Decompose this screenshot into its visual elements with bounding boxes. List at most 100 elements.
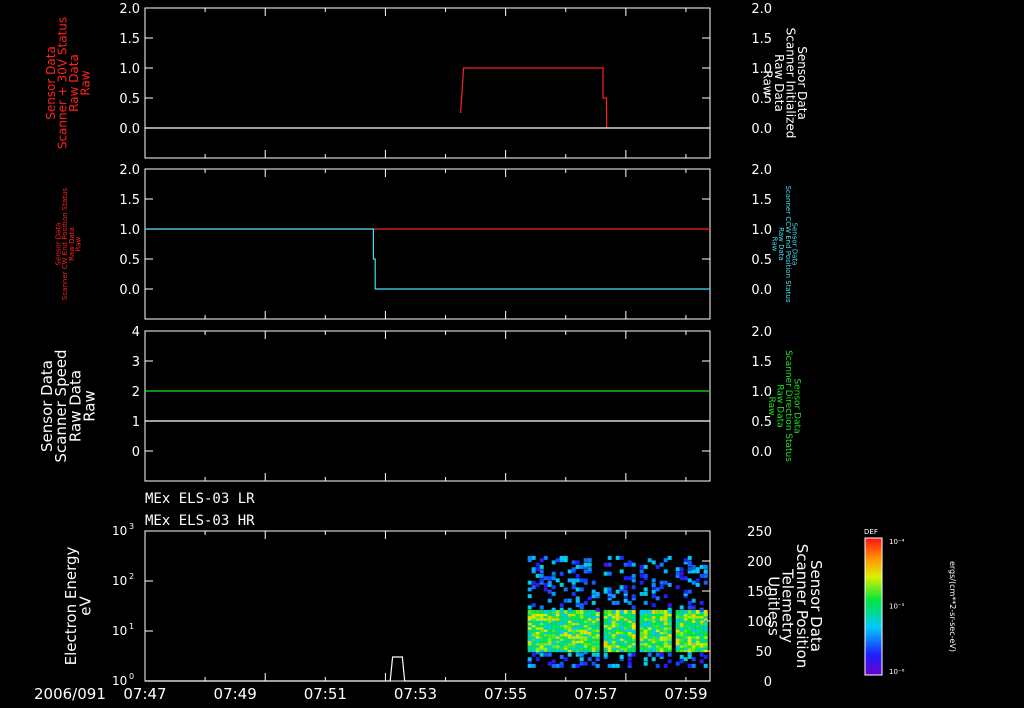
spectrogram-cell (531, 663, 536, 668)
spectrogram-cell (623, 576, 628, 581)
spectrogram-cell (567, 607, 572, 612)
spectrogram-cell (567, 569, 572, 574)
y-tick-label: 4 (132, 325, 140, 340)
spectrogram-cell (627, 657, 632, 662)
spectrogram-cell (531, 580, 536, 585)
spectrogram-cell (571, 567, 576, 572)
spectrogram-cell (691, 569, 696, 574)
spectrogram-cell (659, 652, 664, 657)
spectrogram-cell (583, 558, 588, 563)
spectrogram-cell (663, 609, 668, 614)
axis-title-line: Raw (766, 397, 776, 416)
spectrogram-cell (667, 607, 672, 612)
spectrogram-cell (579, 578, 584, 583)
spectrogram-cell (579, 564, 584, 569)
spectrogram-cell (555, 663, 560, 668)
y-tick-label-right: 1.5 (751, 32, 772, 47)
y-tick-label-right: 0 (764, 675, 772, 690)
spectrogram-cell (643, 573, 648, 578)
y-tick-label: 10 (112, 624, 127, 638)
spectrogram-cell (571, 663, 576, 668)
spectrogram-cell (615, 609, 620, 614)
spectrogram-cell (619, 585, 624, 590)
spectrogram-cell (527, 555, 532, 560)
spectrogram-cell (603, 587, 608, 592)
spectrogram-cell (551, 585, 556, 590)
spectrogram-cell (667, 652, 672, 657)
spectrogram-cell (547, 576, 552, 581)
colorbar-title: DEF (864, 528, 878, 536)
spectrogram-cell (679, 571, 684, 576)
y-tick-label-right: 1.0 (751, 223, 772, 238)
spectrogram-cell (627, 576, 632, 581)
spectrogram-cell (579, 603, 584, 608)
x-tick-label: 07:59 (664, 685, 707, 703)
x-tick-label: 07:57 (574, 685, 617, 703)
spectrogram-cell (679, 576, 684, 581)
spectrogram-cell (531, 567, 536, 572)
spectrogram-cell (579, 652, 584, 657)
spectrogram-cell (535, 657, 540, 662)
spectrogram-cell (611, 594, 616, 599)
spectrogram-cell (575, 578, 580, 583)
spectrogram-cell (559, 582, 564, 587)
spectrogram-cell (535, 562, 540, 567)
spectrogram-cell (531, 585, 536, 590)
spectrogram-cell (691, 657, 696, 662)
spectrogram-cell (627, 600, 632, 605)
spectrogram-cell (687, 578, 692, 583)
spectrogram-cell (623, 609, 628, 614)
spectrogram-cell (687, 567, 692, 572)
axis-title-line: Raw (761, 70, 775, 95)
spectrogram-cell (527, 663, 532, 668)
spectrogram-cell (555, 578, 560, 583)
y-tick-label: 1.0 (119, 62, 140, 77)
x-tick-label: 07:51 (304, 685, 347, 703)
axis-title-line: eV (76, 596, 94, 616)
spectrogram-cell (651, 560, 656, 565)
spectrogram-cell (551, 591, 556, 596)
y-tick-label-right: 50 (755, 645, 772, 660)
spectrogram-cell (607, 555, 612, 560)
spectrogram-cell (639, 573, 644, 578)
spectrogram-cell (531, 555, 536, 560)
spectrogram-cell (587, 596, 592, 601)
spectrogram-cell (655, 609, 660, 614)
spectrogram-cell (691, 609, 696, 614)
spectrogram-cell (627, 652, 632, 657)
spectrogram-cell (595, 607, 600, 612)
spectrogram-cell (639, 564, 644, 569)
spectrogram-cell (647, 558, 652, 563)
spectrogram-cell (663, 663, 668, 668)
spectrogram-cell (543, 576, 548, 581)
spectrogram-cell (559, 555, 564, 560)
spectrogram-cell (675, 609, 680, 614)
spectrogram-cell (607, 562, 612, 567)
spectrogram-cell (631, 585, 636, 590)
spectrogram-cell (651, 603, 656, 608)
spectrogram-cell (571, 591, 576, 596)
y-tick-label-right: 200 (747, 555, 772, 570)
y-tick-label: 3 (132, 355, 140, 370)
spectrogram-cell (543, 582, 548, 587)
spectrogram-cell (631, 652, 636, 657)
y-tick-label: 0 (132, 445, 140, 460)
spectrogram-cell (683, 609, 688, 614)
y-tick-label: 0.5 (119, 92, 140, 107)
spectrogram-cell (543, 609, 548, 614)
spectrogram-cell (623, 598, 628, 603)
spectrogram-cell (631, 605, 636, 610)
spectrogram-cell (603, 571, 608, 576)
spectrogram-cell (559, 571, 564, 576)
spectrogram-cell (643, 591, 648, 596)
spectrogram-cell (563, 609, 568, 614)
spectrogram-cell (559, 607, 564, 612)
spectrogram-cell (643, 609, 648, 614)
spectrogram-cell (539, 558, 544, 563)
spectrogram-cell (675, 661, 680, 666)
spectrogram-cell (659, 609, 664, 614)
y-tick-label: 1 (132, 415, 140, 430)
spectrogram-cell (583, 600, 588, 605)
spectrogram-cell (539, 564, 544, 569)
spectrogram-cell (615, 589, 620, 594)
